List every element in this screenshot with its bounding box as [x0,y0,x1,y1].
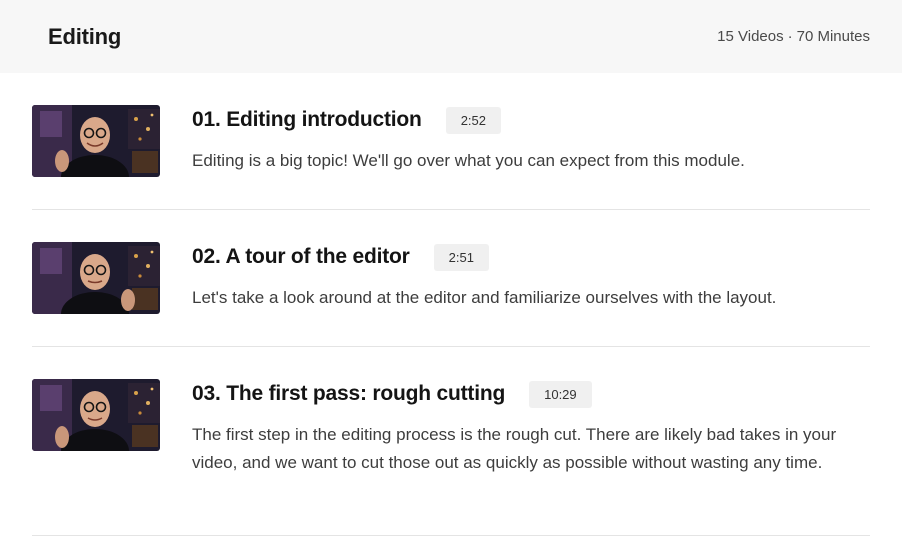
lesson-title-line: 01. Editing introduction 2:52 [192,105,870,135]
presenter-thumbnail-image [32,379,160,451]
duration-badge: 2:52 [445,106,501,134]
lesson-row[interactable]: 02. A tour of the editor 2:51 Let's take… [32,210,870,347]
lesson-title-line: 03. The first pass: rough cutting 10:29 [192,379,870,409]
lesson-info: 01. Editing introduction 2:52 Editing is… [192,105,870,175]
module-header: Editing 15 Videos · 70 Minutes [0,0,902,73]
lesson-description: Editing is a big topic! We'll go over wh… [192,151,745,170]
lesson-title[interactable]: 02. A tour of the editor [192,245,410,269]
lesson-description: Let's take a look around at the editor a… [192,288,777,307]
lesson-info: 02. A tour of the editor 2:51 Let's take… [192,242,870,312]
total-time: 70 Minutes [796,28,870,45]
lesson-description: The first step in the editing process is… [192,425,837,472]
lesson-thumbnail[interactable] [32,242,160,314]
presenter-thumbnail-image [32,105,160,177]
lesson-row[interactable]: 01. Editing introduction 2:52 Editing is… [32,73,870,210]
presenter-thumbnail-image [32,242,160,314]
lesson-list: 01. Editing introduction 2:52 Editing is… [32,73,870,536]
lesson-row[interactable]: 03. The first pass: rough cutting 10:29 … [32,347,870,536]
stats-separator: · [787,28,793,45]
lesson-info: 03. The first pass: rough cutting 10:29 … [192,379,870,477]
lesson-title-line: 02. A tour of the editor 2:51 [192,242,870,272]
lesson-thumbnail[interactable] [32,379,160,451]
lesson-title[interactable]: 03. The first pass: rough cutting [192,382,505,406]
lesson-title[interactable]: 01. Editing introduction [192,108,422,132]
lesson-thumbnail[interactable] [32,105,160,177]
video-count: 15 Videos [717,28,784,45]
duration-badge: 10:29 [529,380,592,408]
module-title: Editing [48,23,122,49]
module-stats: 15 Videos · 70 Minutes [717,28,870,45]
duration-badge: 2:51 [433,243,489,271]
